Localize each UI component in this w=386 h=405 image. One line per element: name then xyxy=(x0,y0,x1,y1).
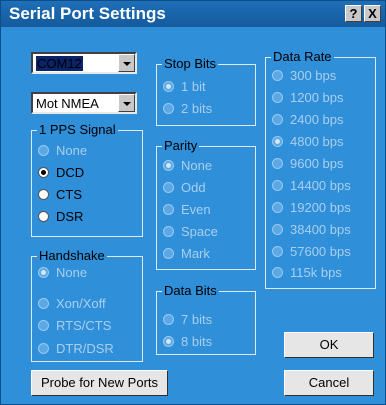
chevron-down-icon[interactable] xyxy=(118,94,135,112)
handshake-option[interactable]: DTR/DSR xyxy=(38,341,114,357)
data-rate-group: Data Rate 300 bps 1200 bps 2400 bps 4800… xyxy=(265,49,376,289)
pps-option[interactable]: CTS xyxy=(38,187,82,203)
radio-icon xyxy=(38,267,49,278)
radio-icon xyxy=(272,246,283,257)
radio-icon xyxy=(272,180,283,191)
radio-icon xyxy=(163,226,174,237)
dialog-window: Serial Port Settings ? X COM12 Mot NMEA … xyxy=(0,0,386,405)
stop-bits-label: Stop Bits xyxy=(162,56,219,72)
data-rate-option[interactable]: 4800 bps xyxy=(272,134,344,150)
data-rate-label: Data Rate xyxy=(271,49,334,65)
handshake-option[interactable]: RTS/CTS xyxy=(38,318,111,334)
probe-ports-button[interactable]: Probe for New Ports xyxy=(31,370,168,396)
radio-icon xyxy=(272,202,283,213)
data-rate-option[interactable]: 14400 bps xyxy=(272,178,351,194)
handshake-option[interactable]: None xyxy=(38,265,87,281)
parity-option[interactable]: Space xyxy=(163,224,218,240)
radio-icon xyxy=(163,160,174,171)
parity-label: Parity xyxy=(162,138,200,154)
data-rate-option[interactable]: 57600 bps xyxy=(272,244,351,260)
data-rate-option[interactable]: 38400 bps xyxy=(272,222,351,238)
parity-option[interactable]: Even xyxy=(163,202,211,218)
radio-icon xyxy=(163,81,174,92)
data-rate-option[interactable]: 9600 bps xyxy=(272,156,344,172)
ok-button[interactable]: OK xyxy=(284,332,374,358)
data-rate-option[interactable]: 115k bps xyxy=(272,265,342,281)
radio-icon xyxy=(163,314,174,325)
radio-icon xyxy=(272,224,283,235)
data-rate-option[interactable]: 2400 bps xyxy=(272,112,344,128)
data-rate-option[interactable]: 300 bps xyxy=(272,68,336,84)
radio-icon xyxy=(272,114,283,125)
handshake-option[interactable]: Xon/Xoff xyxy=(38,296,106,312)
close-button[interactable]: X xyxy=(364,5,381,22)
cancel-button[interactable]: Cancel xyxy=(284,370,374,396)
radio-icon xyxy=(272,136,283,147)
parity-option[interactable]: Odd xyxy=(163,180,206,196)
radio-icon xyxy=(272,267,283,278)
radio-icon xyxy=(163,182,174,193)
help-button[interactable]: ? xyxy=(345,5,362,22)
radio-icon xyxy=(163,204,174,215)
protocol-value: Mot NMEA xyxy=(36,96,99,111)
radio-icon xyxy=(38,145,49,156)
data-bits-option[interactable]: 8 bits xyxy=(163,334,212,350)
radio-icon xyxy=(38,320,49,331)
radio-icon xyxy=(272,92,283,103)
port-combobox[interactable]: COM12 xyxy=(31,52,137,74)
dialog-title: Serial Port Settings xyxy=(9,4,166,23)
handshake-label: Handshake xyxy=(37,248,107,264)
stop-bits-option[interactable]: 1 bit xyxy=(163,79,206,95)
data-bits-option[interactable]: 7 bits xyxy=(163,312,212,328)
radio-icon xyxy=(163,336,174,347)
radio-icon xyxy=(38,298,49,309)
stop-bits-group: Stop Bits 1 bit 2 bits xyxy=(156,56,256,126)
pps-label: 1 PPS Signal xyxy=(37,122,118,138)
parity-option[interactable]: Mark xyxy=(163,246,210,262)
data-rate-option[interactable]: 1200 bps xyxy=(272,90,344,106)
pps-group: 1 PPS Signal None DCD CTS DSR xyxy=(31,122,143,237)
data-bits-label: Data Bits xyxy=(162,283,219,299)
radio-icon xyxy=(38,343,49,354)
radio-icon xyxy=(38,189,49,200)
pps-option[interactable]: DSR xyxy=(38,209,83,225)
pps-option[interactable]: DCD xyxy=(38,165,84,181)
data-bits-group: Data Bits 7 bits 8 bits xyxy=(156,283,256,355)
handshake-group: Handshake None Xon/Xoff RTS/CTS DTR/DSR xyxy=(31,248,143,362)
stop-bits-option[interactable]: 2 bits xyxy=(163,101,212,117)
chevron-down-icon[interactable] xyxy=(118,54,135,72)
radio-icon xyxy=(163,103,174,114)
radio-icon xyxy=(38,167,49,178)
radio-icon xyxy=(163,248,174,259)
port-value: COM12 xyxy=(36,56,83,71)
radio-icon xyxy=(272,70,283,81)
title-bar: Serial Port Settings ? X xyxy=(1,1,385,27)
parity-group: Parity None Odd Even Space Mark xyxy=(156,138,256,270)
pps-option[interactable]: None xyxy=(38,143,87,159)
radio-icon xyxy=(38,211,49,222)
data-rate-option[interactable]: 19200 bps xyxy=(272,200,351,216)
parity-option[interactable]: None xyxy=(163,158,212,174)
protocol-combobox[interactable]: Mot NMEA xyxy=(31,92,137,114)
radio-icon xyxy=(272,158,283,169)
